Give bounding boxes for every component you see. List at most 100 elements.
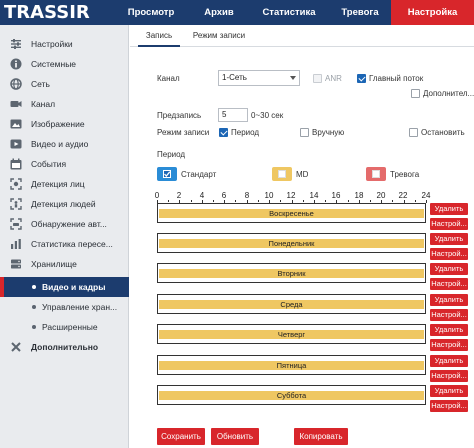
delete-button-wednesday[interactable]: Удалить bbox=[430, 294, 468, 306]
check-icon bbox=[163, 170, 171, 178]
mode-manual-checkbox[interactable] bbox=[300, 128, 309, 137]
hour-label: 8 bbox=[244, 191, 250, 200]
anr-checkbox[interactable] bbox=[313, 74, 322, 83]
hour-tick bbox=[257, 200, 259, 202]
sidebar-item-label: Хранилище bbox=[31, 259, 77, 269]
sidebar-item-label: Статистика пересе... bbox=[31, 239, 113, 249]
image-icon bbox=[10, 118, 22, 130]
sidebar-item-label: Видео и аудио bbox=[31, 139, 89, 149]
legend-md-check bbox=[278, 170, 286, 178]
extra-stream-checkbox[interactable] bbox=[411, 89, 420, 98]
day-label: Четверг bbox=[277, 330, 306, 339]
schedule-row-wednesday[interactable]: Среда bbox=[157, 294, 426, 314]
sidebar-item-label: Дополнительно bbox=[31, 342, 99, 352]
sidebar-item-vehicle-detection[interactable]: Обнаружение авт... bbox=[0, 214, 129, 234]
tab-alarm[interactable]: Тревога bbox=[329, 0, 391, 25]
subtab-recording[interactable]: Запись bbox=[138, 25, 180, 47]
schedule-row-thursday[interactable]: Четверг bbox=[157, 324, 426, 344]
delete-button-thursday[interactable]: Удалить bbox=[430, 324, 468, 336]
hour-label: 22 bbox=[398, 191, 408, 200]
save-button[interactable]: Сохранить bbox=[157, 428, 205, 445]
legend-alarm-box[interactable] bbox=[366, 167, 386, 181]
vehicle-detect-icon bbox=[10, 218, 22, 230]
hour-tick bbox=[426, 200, 427, 203]
bullet-icon bbox=[32, 325, 36, 329]
legend-alarm-check bbox=[372, 170, 380, 178]
sidebar-item-people-detection[interactable]: Детекция людей bbox=[0, 194, 129, 214]
sidebar-item-advanced[interactable]: Расширенные bbox=[0, 317, 129, 337]
sidebar-item-image[interactable]: Изображение bbox=[0, 114, 129, 134]
schedule-row-tuesday[interactable]: Вторник bbox=[157, 263, 426, 283]
main-stream-checkbox[interactable] bbox=[357, 74, 366, 83]
sidebar-item-settings[interactable]: Настройки bbox=[0, 34, 129, 54]
people-detect-icon bbox=[10, 198, 22, 210]
sidebar-item-label: Детекция людей bbox=[31, 199, 96, 209]
day-label: Суббота bbox=[276, 391, 307, 400]
sidebar-item-video-audio[interactable]: Видео и аудио bbox=[0, 134, 129, 154]
top-navigation-bar: TRASSIR Просмотр Архив Статистика Тревог… bbox=[0, 0, 474, 25]
refresh-button[interactable]: Обновить bbox=[211, 428, 259, 445]
schedule-row-saturday[interactable]: Суббота bbox=[157, 385, 426, 405]
storage-icon bbox=[10, 258, 22, 270]
sidebar-item-events[interactable]: События bbox=[0, 154, 129, 174]
tab-settings[interactable]: Настройка bbox=[391, 0, 474, 25]
sidebar-item-label: Настройки bbox=[31, 39, 73, 49]
settings-button-tuesday[interactable]: Настрой... bbox=[430, 278, 468, 290]
bullet-icon bbox=[32, 305, 36, 309]
settings-button-saturday[interactable]: Настрой... bbox=[430, 400, 468, 412]
channel-select[interactable]: 1-Сеть bbox=[218, 70, 300, 86]
face-detect-icon bbox=[10, 178, 22, 190]
sidebar-item-label: Расширенные bbox=[42, 322, 98, 332]
legend-standard-box[interactable] bbox=[157, 167, 177, 181]
delete-button-saturday[interactable]: Удалить bbox=[430, 385, 468, 397]
tab-live-view[interactable]: Просмотр bbox=[113, 0, 189, 25]
mode-stop-checkbox[interactable] bbox=[409, 128, 418, 137]
settings-button-thursday[interactable]: Настрой... bbox=[430, 339, 468, 351]
legend-md-box[interactable] bbox=[272, 167, 292, 181]
hour-label: 16 bbox=[331, 191, 341, 200]
sidebar-item-storage[interactable]: Хранилище bbox=[0, 254, 129, 274]
settings-button-monday[interactable]: Настрой... bbox=[430, 248, 468, 260]
settings-button-sunday[interactable]: Настрой... bbox=[430, 218, 468, 230]
mode-period-checkbox[interactable] bbox=[219, 128, 228, 137]
sidebar-item-label: Канал bbox=[31, 99, 56, 109]
delete-button-tuesday[interactable]: Удалить bbox=[430, 263, 468, 275]
delete-button-monday[interactable]: Удалить bbox=[430, 233, 468, 245]
sidebar-item-label: Сеть bbox=[31, 79, 50, 89]
sidebar-item-video-frames[interactable]: Видео и кадры bbox=[0, 277, 129, 297]
schedule-row-sunday[interactable]: Воскресенье bbox=[157, 203, 426, 223]
sidebar-item-label: Системные bbox=[31, 59, 77, 69]
prerecord-input[interactable]: 5 bbox=[218, 108, 248, 122]
sidebar-item-system[interactable]: Системные bbox=[0, 54, 129, 74]
settings-button-friday[interactable]: Настрой... bbox=[430, 370, 468, 382]
hour-tick bbox=[168, 200, 170, 202]
trassir-logo: TRASSIR bbox=[4, 2, 90, 23]
subtab-record-mode[interactable]: Режим записи bbox=[186, 25, 252, 47]
sidebar-item-additional[interactable]: Дополнительно bbox=[0, 337, 129, 357]
info-icon bbox=[10, 58, 22, 70]
legend-md-label: MD bbox=[296, 170, 309, 179]
hour-tick bbox=[280, 200, 282, 202]
extra-stream-label: Дополнител... bbox=[423, 89, 474, 98]
copy-button[interactable]: Копировать bbox=[294, 428, 348, 445]
hour-tick bbox=[325, 200, 327, 202]
day-label: Пятница bbox=[276, 361, 307, 370]
sidebar-item-label: Управление хран... bbox=[42, 302, 118, 312]
sidebar-item-face-detection[interactable]: Детекция лиц bbox=[0, 174, 129, 194]
bullet-icon bbox=[32, 285, 36, 289]
schedule-row-monday[interactable]: Понедельник bbox=[157, 233, 426, 253]
sidebar-item-network[interactable]: Сеть bbox=[0, 74, 129, 94]
delete-button-sunday[interactable]: Удалить bbox=[430, 203, 468, 215]
settings-button-wednesday[interactable]: Настрой... bbox=[430, 309, 468, 321]
schedule-row-friday[interactable]: Пятница bbox=[157, 355, 426, 375]
sidebar-item-crossing-statistics[interactable]: Статистика пересе... bbox=[0, 234, 129, 254]
mode-period-label: Период bbox=[231, 128, 260, 137]
tab-statistics[interactable]: Статистика bbox=[249, 0, 329, 25]
tab-archive[interactable]: Архив bbox=[189, 0, 249, 25]
sidebar-item-storage-management[interactable]: Управление хран... bbox=[0, 297, 129, 317]
delete-button-friday[interactable]: Удалить bbox=[430, 355, 468, 367]
hour-tick bbox=[302, 200, 304, 202]
sidebar-item-channel[interactable]: Канал bbox=[0, 94, 129, 114]
hour-tick bbox=[190, 200, 192, 202]
hour-label: 6 bbox=[221, 191, 227, 200]
